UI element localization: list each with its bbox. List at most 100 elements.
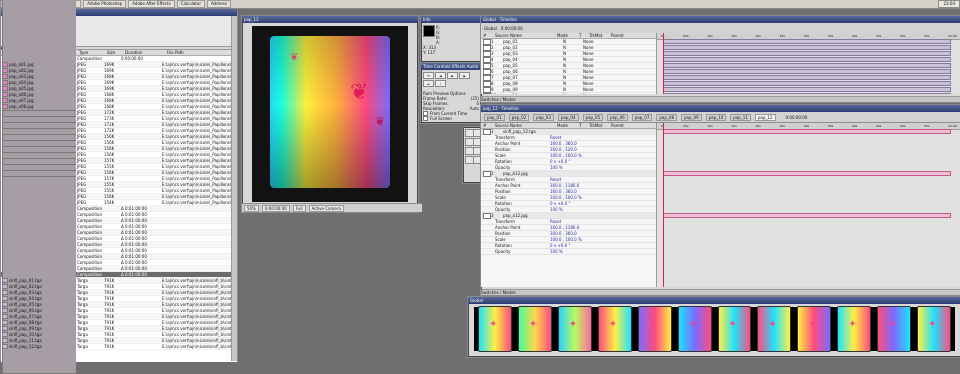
film-frame[interactable] — [757, 306, 792, 352]
layer-duration-bar[interactable] — [663, 57, 951, 62]
property-value[interactable]: 160.0 , 120.0 — [550, 147, 577, 152]
film-frame[interactable] — [797, 306, 832, 352]
taskbar-item-4[interactable]: Calculator — [176, 0, 205, 8]
layer-duration-bar[interactable] — [663, 75, 951, 80]
property-value[interactable]: Reset — [550, 177, 561, 182]
layer-duration-bar[interactable] — [663, 171, 951, 176]
layer-mode[interactable]: N — [563, 93, 583, 94]
first-frame-button[interactable]: ⏮ — [423, 72, 434, 79]
current-time-indicator[interactable] — [663, 123, 664, 287]
film-frame[interactable] — [917, 306, 952, 352]
timeline-tab[interactable]: pap_08 — [656, 113, 677, 121]
layer-parent[interactable]: None — [583, 63, 603, 68]
layer-duration-bar[interactable] — [663, 63, 951, 68]
layer-parent[interactable]: None — [583, 87, 603, 92]
layer-mode[interactable]: N — [563, 63, 583, 68]
full-screen-checkbox[interactable] — [423, 116, 428, 121]
tab-audio[interactable]: Audio — [467, 64, 478, 69]
property-value[interactable]: 100.0 , 100.0 % — [550, 153, 582, 158]
visibility-toggle-icon[interactable] — [483, 92, 491, 94]
header-duration[interactable]: Duration — [123, 50, 165, 55]
layer-mode[interactable]: N — [563, 75, 583, 80]
layer-duration-bar[interactable] — [663, 87, 951, 92]
global-timeline-tab[interactable]: Global — [484, 26, 497, 31]
layer-mode[interactable]: N — [563, 87, 583, 92]
layer-mode[interactable]: N — [563, 81, 583, 86]
timeline-tab[interactable]: pap_09 — [681, 113, 702, 121]
project-row[interactable]: sinfl_pap_12.tga Targa 791K E:\ajn\cs.vert\… — [1, 344, 237, 350]
project-scrollbar[interactable] — [231, 16, 237, 361]
comp-active-camera[interactable]: Active Camera — [308, 204, 344, 212]
layer-mode[interactable]: N — [563, 39, 583, 44]
layer-parent[interactable]: None — [583, 39, 603, 44]
property-value[interactable]: 160.0 , 360.0 — [550, 141, 577, 146]
layer-duration-bar[interactable] — [663, 45, 951, 50]
layer-parent[interactable]: None — [583, 81, 603, 86]
tab-time-controls[interactable]: Time Controls — [423, 64, 451, 69]
layer-duration-bar[interactable] — [663, 93, 951, 94]
property-value[interactable]: 160.0 , 1186.0 — [550, 183, 579, 188]
layer-parent[interactable]: None — [583, 75, 603, 80]
layer-mode[interactable]: N — [563, 57, 583, 62]
property-value[interactable]: 160.0 , 360.0 — [550, 189, 577, 194]
timeline-tab[interactable]: pap_06 — [607, 113, 628, 121]
layer-parent[interactable]: None — [583, 57, 603, 62]
property-value[interactable]: 100 % — [550, 249, 563, 254]
global-timeline-track[interactable]: 0s05s10s15s20s25s30s35s40s45s50s55s01:00 — [657, 33, 960, 94]
layer-mode[interactable]: N — [563, 69, 583, 74]
layer-duration-bar[interactable] — [663, 51, 951, 56]
layer-mode[interactable]: N — [563, 45, 583, 50]
pap12-timecode[interactable]: 0:00:00:00 — [786, 115, 808, 120]
property-value[interactable]: 100 % — [550, 207, 563, 212]
layer-parent[interactable]: None — [583, 51, 603, 56]
global-timeline-switches-modes[interactable]: Switches / Modes — [481, 97, 516, 102]
layer-duration-bar[interactable] — [663, 213, 951, 218]
film-frame[interactable] — [877, 306, 912, 352]
film-frame[interactable] — [517, 306, 552, 352]
layer-mode[interactable]: N — [563, 51, 583, 56]
layer-duration-bar[interactable] — [663, 69, 951, 74]
layer-duration-bar[interactable] — [663, 129, 951, 134]
comp-quality[interactable]: Full — [292, 204, 306, 212]
tab-effects[interactable]: Effects — [452, 64, 466, 69]
property-value[interactable]: 160.0 , 360.0 — [550, 231, 577, 236]
layer-parent[interactable]: None — [583, 69, 603, 74]
timeline-tab[interactable]: pap_10 — [705, 113, 727, 121]
film-frame[interactable] — [637, 306, 672, 352]
comp-stage[interactable]: ❦ ❦ ❦ — [252, 26, 408, 202]
layer-duration-bar[interactable] — [663, 39, 951, 44]
film-frame[interactable] — [557, 306, 592, 352]
layer-parent[interactable]: None — [583, 45, 603, 50]
layer-parent[interactable]: None — [583, 93, 603, 94]
timeline-tab[interactable]: pap_03 — [533, 113, 554, 121]
prev-frame-button[interactable]: ◀ — [435, 72, 446, 79]
property-value[interactable]: 100 % — [550, 165, 563, 170]
header-size[interactable]: Size — [105, 50, 123, 55]
last-frame-button[interactable]: ⏭ — [423, 80, 434, 87]
layer-property-row[interactable]: Opacity 100 % — [481, 249, 656, 255]
film-frame[interactable] — [677, 306, 712, 352]
timeline-tab[interactable]: pap_11 — [730, 113, 751, 121]
layer-duration-bar[interactable] — [663, 81, 951, 86]
property-value[interactable]: 100.0 , 100.0 % — [550, 195, 582, 200]
pap12-timeline-track[interactable]: 0s05s10s15s20s25s30s35s40s45s50s55s01:00 — [657, 123, 960, 287]
timeline-tab[interactable]: pap_01 — [484, 113, 505, 121]
timeline-tab[interactable]: pap_05 — [582, 113, 604, 121]
timeline-tab[interactable]: pap_04 — [557, 113, 579, 121]
visibility-toggle-icon[interactable] — [483, 128, 491, 135]
header-file-path[interactable]: File Path — [165, 50, 237, 55]
current-time-indicator[interactable] — [663, 33, 664, 94]
visibility-toggle-icon[interactable] — [483, 170, 491, 177]
audio-button[interactable]: ♪ — [435, 80, 446, 87]
comp-timecode[interactable]: 0:00:00:00 — [261, 204, 290, 212]
header-type[interactable]: Type — [77, 50, 105, 55]
property-value[interactable]: 0 x +0.0 ° — [550, 159, 570, 164]
property-value[interactable]: Reset — [550, 135, 561, 140]
property-value[interactable]: Reset — [550, 219, 561, 224]
visibility-toggle-icon[interactable] — [483, 212, 491, 219]
property-value[interactable]: 100.0 , 100.0 % — [550, 237, 582, 242]
timeline-tab[interactable]: pap_02 — [508, 113, 530, 121]
timeline-tab[interactable]: pap_07 — [631, 113, 653, 121]
taskbar-item-2[interactable]: Adobe Photoshop — [83, 0, 127, 8]
taskbar-item-3[interactable]: Adobe After Effects — [128, 0, 175, 8]
